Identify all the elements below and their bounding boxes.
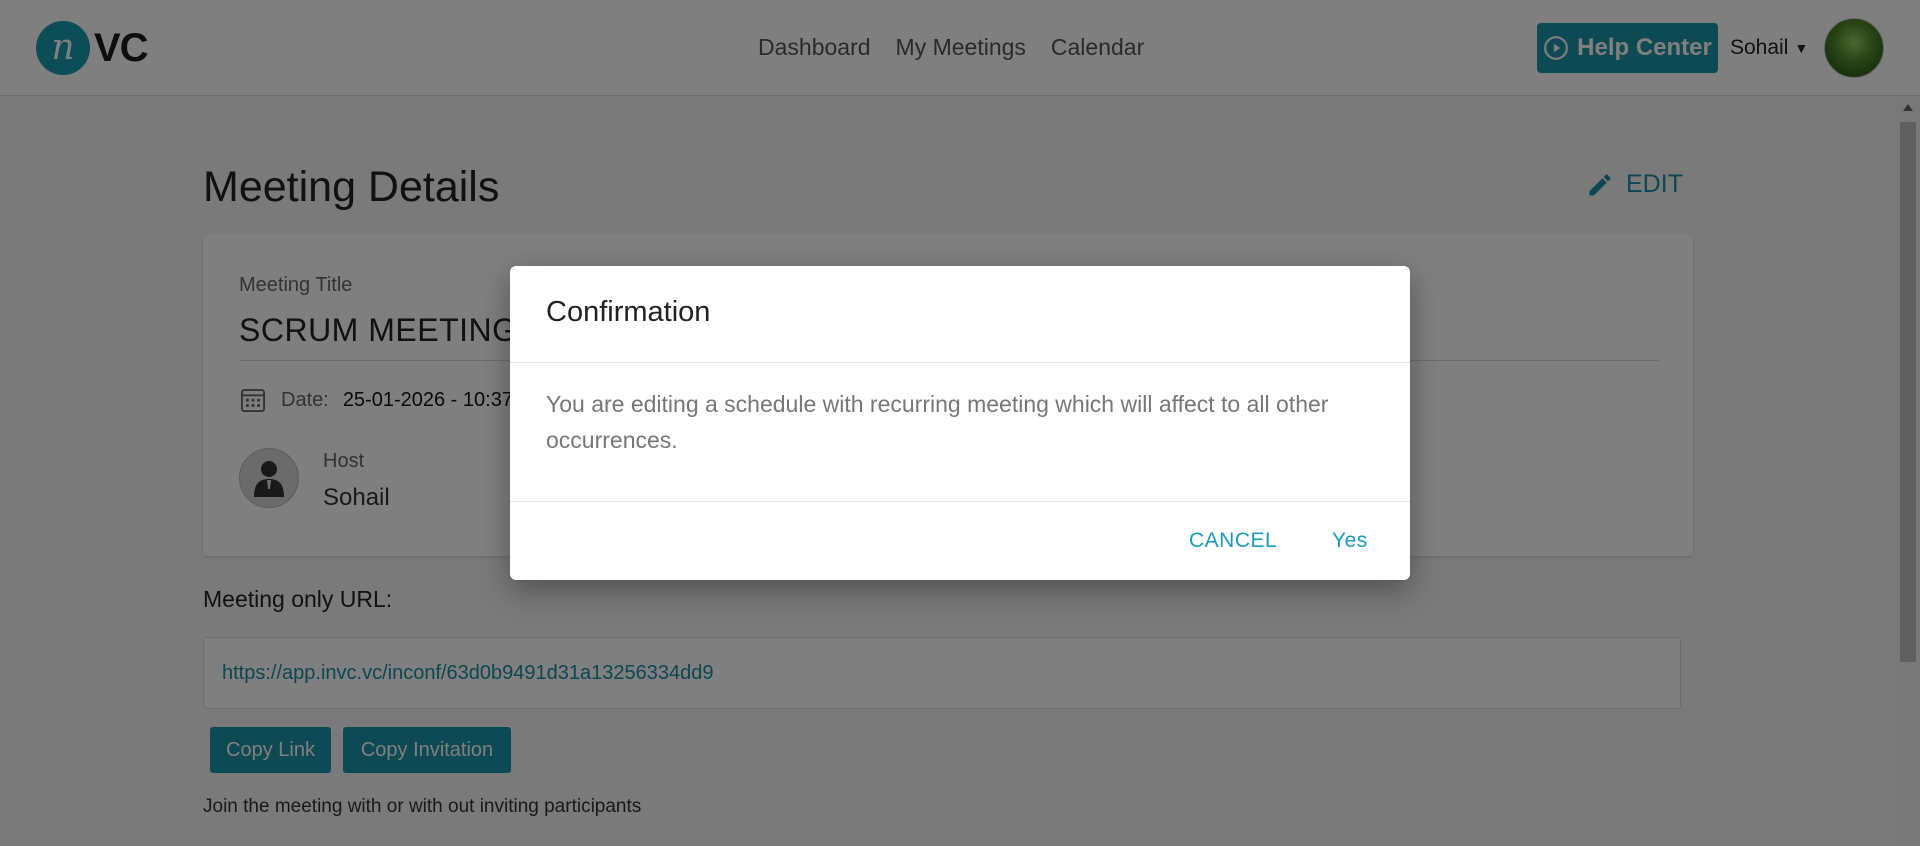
dialog-title: Confirmation [546,296,711,328]
dialog-cancel-button[interactable]: CANCEL [1189,529,1277,553]
dialog-divider-bottom [510,501,1410,502]
dialog-message: You are editing a schedule with recurrin… [546,391,1329,453]
confirmation-dialog: Confirmation You are editing a schedule … [510,266,1410,580]
dialog-yes-button[interactable]: Yes [1332,529,1368,553]
dialog-divider-top [510,362,1410,363]
